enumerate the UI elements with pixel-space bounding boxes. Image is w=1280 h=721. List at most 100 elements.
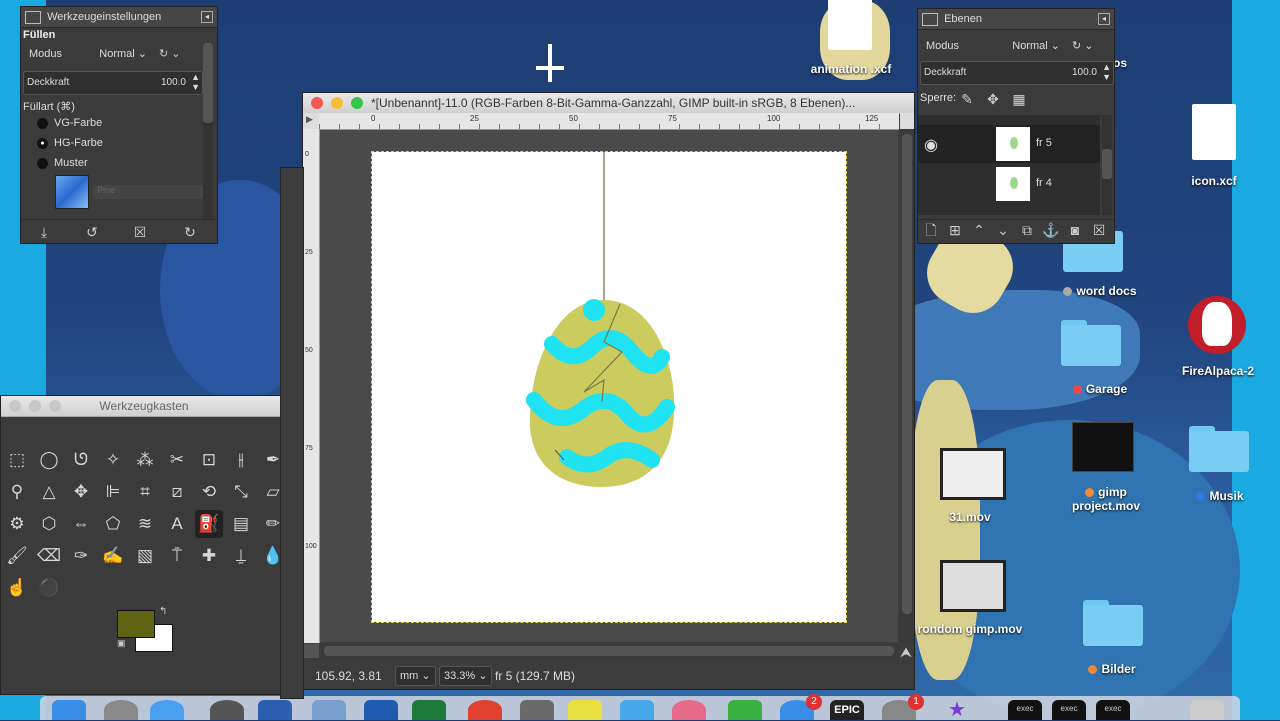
- default-colors-icon[interactable]: ▣: [117, 638, 126, 649]
- desktop-file-label[interactable]: rondom gimp.mov: [910, 622, 1030, 636]
- firealpaca-app-icon[interactable]: [1188, 296, 1246, 354]
- photos-icon[interactable]: [672, 700, 706, 720]
- radio-fg-color[interactable]: VG-Farbe: [37, 117, 102, 129]
- layer-row[interactable]: fr 4: [918, 165, 1100, 203]
- app-icon[interactable]: [568, 700, 602, 720]
- file-icon[interactable]: [828, 0, 872, 50]
- desktop-file-label[interactable]: gimp project.mov: [1056, 485, 1156, 513]
- zoom-tool-icon[interactable]: ⚲: [3, 478, 31, 506]
- opacity-slider[interactable]: Deckkraft 100.0 ▲ ▼: [23, 71, 203, 95]
- desktop-app-label[interactable]: FireAlpaca-2: [1168, 364, 1268, 378]
- perspective-clone-tool-icon[interactable]: ⍊: [227, 542, 255, 570]
- eye-icon[interactable]: ◉: [924, 135, 938, 155]
- heal-tool-icon[interactable]: ✚: [195, 542, 223, 570]
- quick-mask-toggle[interactable]: [303, 644, 319, 658]
- close-button[interactable]: [9, 400, 21, 412]
- reset-icon[interactable]: ↻: [179, 222, 201, 242]
- foreground-color-swatch[interactable]: [117, 610, 155, 638]
- desktop-folder-label[interactable]: Garage: [1040, 382, 1160, 396]
- paths-tool-icon[interactable]: ⫲: [227, 446, 255, 474]
- ellipse-select-tool-icon[interactable]: ◯: [35, 446, 63, 474]
- mask-icon[interactable]: ◙: [1064, 220, 1086, 240]
- system-preferences-icon[interactable]: 1: [882, 694, 924, 720]
- video-thumbnail[interactable]: [940, 560, 1006, 612]
- panel-menu-icon[interactable]: ◂: [201, 11, 213, 23]
- lock-position-icon[interactable]: ✥: [982, 89, 1004, 109]
- app-icon[interactable]: [620, 700, 654, 720]
- save-preset-icon[interactable]: ⤓: [33, 222, 55, 242]
- unit-select[interactable]: mm ⌄: [395, 666, 436, 686]
- move-tool-icon[interactable]: ✥: [67, 478, 95, 506]
- desktop-folder-label[interactable]: Musik: [1170, 489, 1270, 503]
- minimize-button[interactable]: [331, 97, 343, 109]
- crop-tool-icon[interactable]: ⌗: [131, 478, 159, 506]
- vertical-scrollbar[interactable]: [900, 130, 914, 642]
- scrollbar[interactable]: [203, 43, 213, 219]
- spin-arrows-icon[interactable]: ▲ ▼: [1102, 62, 1111, 82]
- mode-select[interactable]: Normal ⌄: [91, 45, 147, 63]
- gimp-icon[interactable]: [520, 700, 554, 720]
- video-thumbnail[interactable]: [940, 448, 1006, 500]
- paintbrush-tool-icon[interactable]: 🖌: [3, 542, 31, 570]
- mode-reset-button[interactable]: ↻ ⌄: [159, 45, 199, 63]
- measure-tool-icon[interactable]: △: [35, 478, 63, 506]
- mode-reset-button[interactable]: ↻ ⌄: [1072, 37, 1112, 55]
- scrollbar-thumb[interactable]: [902, 134, 912, 614]
- finder-icon[interactable]: [52, 700, 86, 720]
- safari-icon[interactable]: [150, 700, 184, 720]
- foreground-select-tool-icon[interactable]: ⊡: [195, 446, 223, 474]
- folder-icon[interactable]: [1061, 320, 1121, 366]
- quick-mask-corner[interactable]: ▶: [303, 113, 319, 129]
- preview-icon[interactable]: [312, 700, 346, 720]
- zoom-select[interactable]: 33.3% ⌄: [439, 666, 493, 686]
- horizontal-scrollbar[interactable]: [320, 644, 898, 658]
- swap-colors-icon[interactable]: ↰: [159, 606, 167, 617]
- radio-bg-color[interactable]: ● HG-Farbe: [37, 137, 103, 149]
- lock-alpha-icon[interactable]: ▦: [1008, 89, 1030, 109]
- desktop-folder-label[interactable]: Bilder: [1062, 662, 1162, 676]
- layer-opacity-slider[interactable]: Deckkraft 100.0 ▲ ▼: [920, 61, 1114, 85]
- minimize-button[interactable]: [29, 400, 41, 412]
- unified-transform-tool-icon[interactable]: ⧄: [163, 478, 191, 506]
- facetime-icon[interactable]: [728, 700, 762, 720]
- epic-games-icon[interactable]: EPIC: [830, 700, 864, 720]
- scrollbar-thumb[interactable]: [1102, 149, 1112, 179]
- eraser-tool-icon[interactable]: ⌫: [35, 542, 63, 570]
- free-select-tool-icon[interactable]: ᘎ: [67, 446, 95, 474]
- new-layer-icon[interactable]: 🗋: [920, 220, 942, 240]
- ink-tool-icon[interactable]: ✍: [99, 542, 127, 570]
- delete-icon[interactable]: ☒: [129, 222, 151, 242]
- radio-pattern[interactable]: Muster: [37, 157, 88, 169]
- zoom-lock-icon[interactable]: [900, 113, 914, 129]
- warp-tool-icon[interactable]: ⚙: [3, 510, 31, 538]
- zoom-button[interactable]: [351, 97, 363, 109]
- smudge-tool-icon[interactable]: ☝: [3, 574, 31, 602]
- chrome-icon[interactable]: [468, 700, 502, 720]
- wave-tool-icon[interactable]: ≋: [131, 510, 159, 538]
- desktop-file-label[interactable]: animation .xcf: [796, 62, 906, 76]
- panel-menu-icon[interactable]: ◂: [1098, 13, 1110, 25]
- restore-icon[interactable]: ↺: [81, 222, 103, 242]
- lower-layer-icon[interactable]: ⌄: [992, 220, 1014, 240]
- align-tool-icon[interactable]: ⊫: [99, 478, 127, 506]
- bucket-fill-tool-icon[interactable]: ⛽: [195, 510, 223, 538]
- clone-tool-icon[interactable]: ⍑: [163, 542, 191, 570]
- delete-layer-icon[interactable]: ☒: [1088, 220, 1110, 240]
- gradient-tool-icon[interactable]: ▤: [227, 510, 255, 538]
- layer-mode-select[interactable]: Normal ⌄: [1004, 37, 1060, 55]
- mypaint-brush-tool-icon[interactable]: ▧: [131, 542, 159, 570]
- airbrush-tool-icon[interactable]: ✑: [67, 542, 95, 570]
- flip-tool-icon[interactable]: ⇔: [67, 510, 95, 538]
- dodge-burn-tool-icon[interactable]: ⚫: [35, 574, 63, 602]
- terminal-exec-icon[interactable]: exec: [1096, 700, 1130, 720]
- scissors-tool-icon[interactable]: ✂: [163, 446, 191, 474]
- video-thumbnail[interactable]: [1072, 422, 1134, 472]
- image-canvas[interactable]: [371, 151, 847, 623]
- desktop-folder-label[interactable]: word docs: [1040, 284, 1160, 298]
- color-select-tool-icon[interactable]: ⁂: [131, 446, 159, 474]
- folder-icon[interactable]: [1083, 600, 1143, 646]
- terminal-exec-icon[interactable]: exec: [1052, 700, 1086, 720]
- fuzzy-select-tool-icon[interactable]: ✧: [99, 446, 127, 474]
- photoshop-icon[interactable]: [364, 700, 398, 720]
- close-button[interactable]: [311, 97, 323, 109]
